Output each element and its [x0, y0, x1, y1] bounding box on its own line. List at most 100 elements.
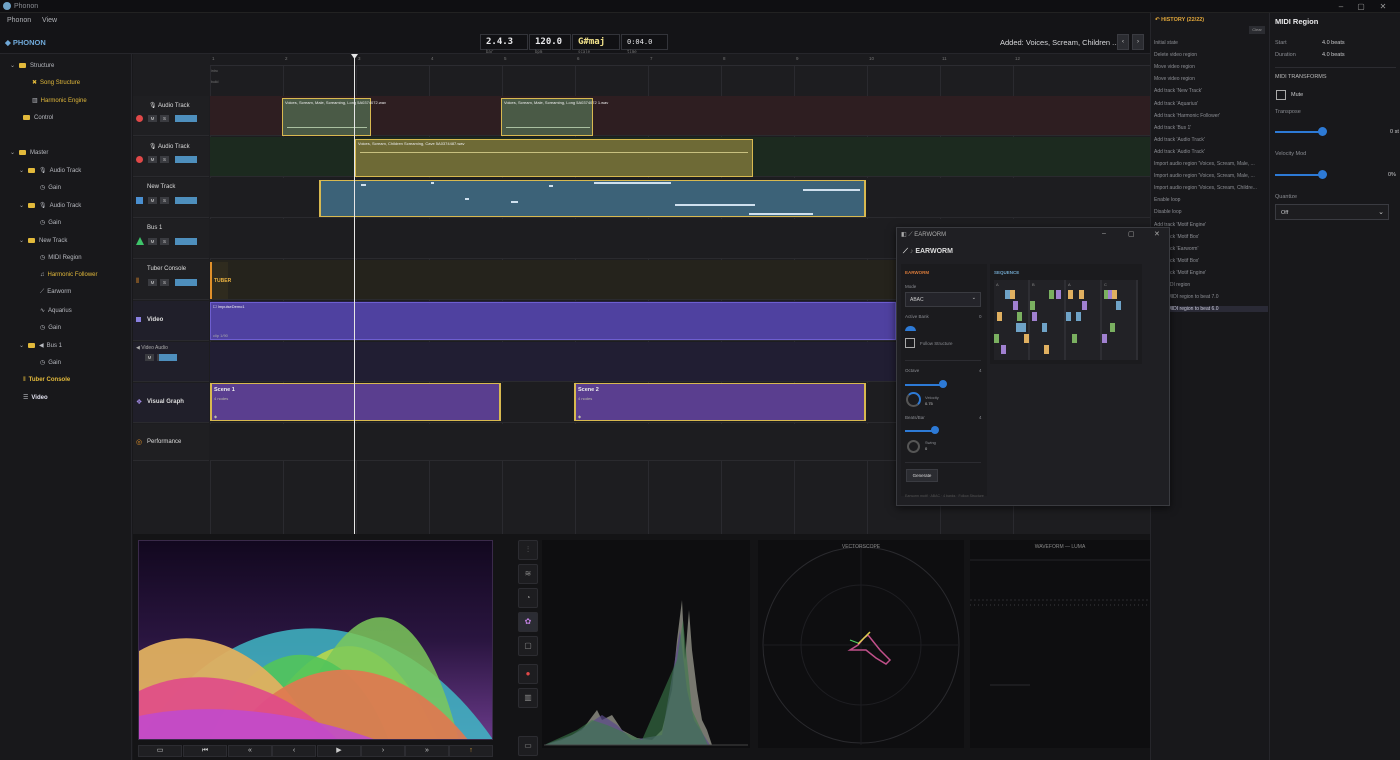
- maximize-icon[interactable]: ▢: [1354, 1, 1368, 12]
- step-back-button[interactable]: ‹: [272, 745, 316, 757]
- tree-item-audio-track-1[interactable]: ⌄ 🎙 Audio Track: [19, 167, 81, 174]
- history-item[interactable]: Import audio region 'Voices, Scream, Mal…: [1154, 161, 1255, 167]
- menu-item-view[interactable]: View: [42, 17, 57, 24]
- tree-item-gain-2[interactable]: ◷ Gain: [40, 219, 61, 226]
- close-icon[interactable]: ✕: [1154, 230, 1160, 238]
- history-item[interactable]: Add track 'Bus 1': [1154, 125, 1191, 131]
- tree-item-gain-4[interactable]: ◷ Gain: [40, 359, 61, 366]
- sequence-step[interactable]: [1044, 345, 1049, 354]
- tree-item-control[interactable]: Control: [23, 115, 53, 121]
- track-header-visual-graph[interactable]: ❖ Visual Graph: [133, 383, 209, 423]
- timeline-ruler[interactable]: 1 2 3 4 5 6 7 8 9 10 11 12: [210, 54, 1150, 66]
- sequence-step[interactable]: [1110, 323, 1115, 332]
- position-display[interactable]: 2.4.3 bar: [480, 34, 528, 54]
- nav-next-button[interactable]: ›: [1132, 34, 1144, 50]
- midi-region-clip[interactable]: [319, 180, 866, 217]
- tree-item-master[interactable]: ⌄ Master: [10, 149, 48, 156]
- solo-button[interactable]: S: [160, 279, 169, 286]
- sequence-step[interactable]: [1013, 301, 1018, 310]
- tree-item-earworm[interactable]: ⟋ Earworm: [40, 289, 71, 296]
- mute-button[interactable]: M: [148, 279, 157, 286]
- skip-start-button[interactable]: ⏮: [183, 745, 227, 757]
- clear-history-button[interactable]: Clear: [1249, 26, 1265, 34]
- sequence-step[interactable]: [1066, 312, 1071, 321]
- scope-levels-button[interactable]: ▥: [518, 688, 538, 708]
- history-item[interactable]: Import audio region 'Voices, Scream, Mal…: [1154, 173, 1255, 179]
- history-item[interactable]: Import audio region 'Voices, Scream, Chi…: [1154, 185, 1257, 191]
- sequence-step[interactable]: [1017, 312, 1022, 321]
- marker-button[interactable]: ↑: [449, 745, 493, 757]
- sequence-step[interactable]: [1042, 323, 1047, 332]
- sequence-step[interactable]: [1032, 312, 1037, 321]
- sequence-step[interactable]: [1116, 301, 1121, 310]
- solo-button[interactable]: S: [160, 115, 169, 122]
- video-preview[interactable]: [138, 540, 493, 740]
- sequence-step[interactable]: [1072, 334, 1077, 343]
- octave-slider[interactable]: [939, 380, 947, 388]
- transpose-slider[interactable]: [1318, 127, 1327, 136]
- scope-layout-button[interactable]: ▭: [518, 736, 538, 756]
- sequence-step[interactable]: [994, 334, 999, 343]
- history-item[interactable]: Enable loop: [1154, 197, 1180, 203]
- tree-item-new-track[interactable]: ⌄ New Track: [19, 237, 67, 244]
- scope-waveform-button[interactable]: ≋: [518, 564, 538, 584]
- time-display[interactable]: 0:04.0 time: [621, 34, 668, 54]
- volume-slider[interactable]: [175, 238, 197, 245]
- minimize-icon[interactable]: –: [1102, 230, 1106, 237]
- sequence-step[interactable]: [1030, 301, 1035, 310]
- tree-item-video[interactable]: ☰ Video: [23, 394, 48, 401]
- film-button[interactable]: ▭: [138, 745, 182, 757]
- scene-clip-2[interactable]: Scene 2 4 nodes ◆: [574, 383, 866, 421]
- volume-slider[interactable]: [175, 197, 197, 204]
- volume-slider[interactable]: [175, 115, 197, 122]
- audio-clip[interactable]: Voices, Scream, Male, Screaming, Long 5A…: [501, 98, 608, 136]
- mute-checkbox[interactable]: [1276, 90, 1286, 100]
- tree-item-gain-3[interactable]: ◷ Gain: [40, 324, 61, 331]
- duration-value[interactable]: 4.0 beats: [1322, 52, 1345, 58]
- generate-button[interactable]: Generate: [906, 469, 938, 482]
- sequence-step[interactable]: [1001, 345, 1006, 354]
- maximize-icon[interactable]: ▢: [1128, 230, 1135, 238]
- sequence-step[interactable]: [1056, 290, 1061, 299]
- scope-frame-button[interactable]: ▢: [518, 636, 538, 656]
- solo-button[interactable]: S: [160, 238, 169, 245]
- fast-forward-button[interactable]: »: [405, 745, 449, 757]
- sequence-step[interactable]: [1049, 290, 1054, 299]
- tree-item-song-structure[interactable]: ✖ Song Structure: [32, 79, 80, 86]
- tree-item-aquarius[interactable]: ∿ Aquarius: [40, 307, 72, 314]
- sequence-step[interactable]: [1016, 323, 1021, 332]
- active-bank-knob[interactable]: [905, 326, 916, 331]
- mute-button[interactable]: M: [145, 354, 154, 361]
- track-header-tuber-console[interactable]: Tuber Console ⦀ M S: [133, 260, 209, 300]
- tree-item-gain-1[interactable]: ◷ Gain: [40, 184, 61, 191]
- mute-button[interactable]: M: [148, 156, 157, 163]
- history-item[interactable]: Add track 'Audio Track': [1154, 137, 1205, 143]
- velocity-knob[interactable]: [906, 392, 921, 407]
- history-item[interactable]: Move video region: [1154, 64, 1195, 70]
- sequence-step[interactable]: [1082, 301, 1087, 310]
- menu-item-phonon[interactable]: Phonon: [7, 17, 31, 24]
- history-item[interactable]: Disable loop: [1154, 209, 1182, 215]
- sequence-step[interactable]: [997, 312, 1002, 321]
- history-item[interactable]: Initial state: [1154, 40, 1178, 46]
- nav-prev-button[interactable]: ‹: [1117, 34, 1129, 50]
- follow-structure-checkbox[interactable]: [905, 338, 915, 348]
- swing-knob[interactable]: [907, 440, 920, 453]
- history-item[interactable]: Add track 'Harmonic Follower': [1154, 113, 1220, 119]
- solo-button[interactable]: S: [160, 156, 169, 163]
- tuber-clip[interactable]: TUBER: [210, 262, 231, 299]
- velocity-slider[interactable]: [1318, 170, 1327, 179]
- audio-clip[interactable]: Voices, Scream, Male, Screaming, Long 5A…: [282, 98, 386, 136]
- track-header-audio-1[interactable]: 🎙 Audio Track M S: [133, 96, 209, 136]
- key-display[interactable]: G#maj scale: [572, 34, 620, 54]
- scene-clip-1[interactable]: Scene 1 4 nodes ◆: [210, 383, 501, 421]
- history-item[interactable]: Add track 'Aquarius': [1154, 101, 1198, 107]
- tree-item-audio-track-2[interactable]: ⌄ 🎙 Audio Track: [19, 202, 81, 209]
- quantize-select[interactable]: Off ⌄: [1275, 204, 1389, 220]
- record-arm-icon[interactable]: [136, 156, 143, 163]
- sequence-step[interactable]: [1076, 312, 1081, 321]
- tree-item-harmonic-follower[interactable]: ♫ Harmonic Follower: [40, 272, 98, 278]
- step-forward-button[interactable]: ›: [361, 745, 405, 757]
- volume-slider[interactable]: [159, 354, 177, 361]
- sequence-step[interactable]: [1024, 334, 1029, 343]
